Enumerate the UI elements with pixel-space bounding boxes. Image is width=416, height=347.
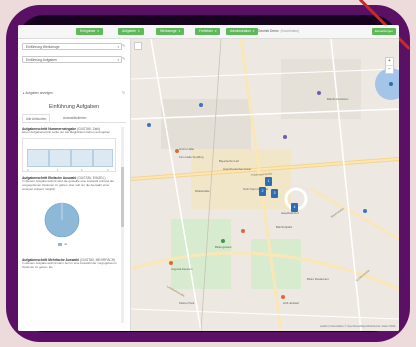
task-marker[interactable]: 3 [271, 189, 278, 198]
poi-icon[interactable] [199, 103, 203, 107]
park-area [251, 239, 301, 289]
map-label: Bistro Restaurant [307, 277, 329, 281]
poi-icon[interactable] [281, 295, 285, 299]
answer-histogram: 0 1 2 3 [22, 138, 116, 173]
block-area [281, 59, 361, 119]
chevron-down-icon: ▾ [214, 29, 217, 33]
task-marker[interactable]: 1 [265, 177, 272, 186]
layers-icon[interactable] [134, 42, 142, 50]
event-select-value: Einführung Werkzeuge [26, 45, 60, 49]
zoom-in-button[interactable]: + [386, 58, 393, 65]
menu-ereignisse[interactable]: Ereignisse ▾ [76, 28, 103, 35]
poi-icon[interactable] [147, 123, 151, 127]
highlight-area [191, 149, 291, 209]
map-label: Bahnhofplatz [276, 225, 293, 229]
menu-administration[interactable]: Administration ▾ [226, 28, 259, 35]
tab-all-answers[interactable]: Alle Antworten [22, 114, 51, 122]
map-label: Hotel Deutsches Haus [223, 167, 251, 171]
menu-werkzeuge[interactable]: Werkzeuge ▾ [156, 28, 185, 35]
map-label: Augusta Zentrum [171, 267, 193, 271]
chevron-down-icon: ▾ [252, 29, 255, 33]
histogram-bar [71, 149, 93, 168]
user-name: Geoinfo Demo [258, 29, 279, 33]
poi-icon[interactable] [283, 135, 287, 139]
user-info[interactable]: Geoinfo Demo (Koordinator) [258, 28, 299, 35]
poi-icon[interactable] [169, 261, 173, 265]
task-item: Aufgabenschritt Mehrfache Auswahl (GUSTA… [22, 258, 118, 270]
task-description: Einen Aufgabenschritt sollte nur als Mög… [22, 130, 111, 135]
tick-label: 1 [57, 169, 59, 173]
screen: Ereignisse ▾ Aufgaben ▾ Werkzeuge ▾ Freifel… [18, 25, 399, 331]
task-item: Aufgabenschritt Nummerneingabe (GUSTAV, … [22, 127, 118, 173]
event-select[interactable]: Einführung Werkzeuge ▾ [22, 43, 122, 50]
map-label: Bildungswerk [215, 245, 232, 249]
map-label: Grüne Halle [179, 147, 194, 151]
map-label: Mittelstraße [195, 189, 210, 193]
menu-label: Administration [230, 29, 251, 33]
sidebar: Einführung Werkzeuge ▾ ✎ Einführung Aufga… [18, 39, 131, 331]
refresh-icon[interactable]: ↻ [122, 90, 125, 95]
map-view[interactable]: Grüne Halle Kino Halle Sendling Bayerisc… [131, 39, 399, 331]
chevron-down-icon: ▾ [178, 29, 181, 33]
chevron-down-icon: ▾ [117, 45, 119, 49]
poi-icon[interactable] [221, 239, 225, 243]
top-navigation-bar: Ereignisse ▾ Aufgaben ▾ Werkzeuge ▾ Freifel… [18, 25, 399, 39]
task-select-value: Einführung Aufgaben [26, 58, 57, 62]
sidebar-title: Einführung Aufgaben [48, 104, 100, 110]
histogram-bar [27, 149, 49, 168]
zoom-out-button[interactable]: − [386, 65, 393, 73]
chevron-down-icon: ▾ [138, 29, 140, 33]
map-label: Bahnhofsmission [327, 97, 349, 101]
menu-label: Freifelder [199, 29, 213, 33]
show-tasks-label: Aufgaben anzeigen [25, 91, 53, 95]
block-area [161, 99, 251, 149]
menu-label: Werkzeuge [160, 29, 177, 33]
poi-icon[interactable] [317, 91, 321, 95]
map-label: Kino Halle Sendling [179, 155, 204, 159]
show-tasks-link[interactable]: ▸ Aufgaben anzeigen [23, 91, 53, 95]
menu-label: Aufgaben [122, 29, 137, 33]
task-description: In diesem Aufgabenschritt kann bei ihr e… [22, 261, 117, 270]
scrollbar-thumb[interactable] [121, 167, 124, 227]
map-label: LIDL Einkauf [283, 301, 299, 305]
user-role: (Koordinator) [280, 29, 300, 33]
task-marker[interactable]: 2 [259, 187, 266, 196]
pie-svg [44, 202, 80, 247]
poi-icon[interactable] [175, 149, 179, 153]
edit-icon[interactable]: ✎ [122, 43, 125, 48]
legend-label: Ja [64, 242, 67, 247]
legend-swatch [58, 243, 62, 247]
histogram-bar [49, 149, 71, 168]
tab-bar: Alle Antworten Auswahlkriterien [22, 114, 126, 123]
task-description: In diesem Aufgabenschritt wird die geste… [22, 179, 115, 192]
tab-selection-criteria[interactable]: Auswahlkriterien [60, 114, 89, 122]
answer-pie-chart: Ja [22, 192, 116, 252]
poi-icon[interactable] [241, 229, 245, 233]
menu-label: Ereignisse [80, 29, 96, 33]
tick-label: 3 [107, 169, 109, 173]
histogram-bar [93, 149, 113, 168]
task-marker[interactable]: 4 [291, 203, 298, 212]
menu-aufgaben[interactable]: Aufgaben ▾ [118, 28, 144, 35]
menu-freifelder[interactable]: Freifelder ▾ [195, 28, 221, 35]
chevron-down-icon: ▾ [117, 58, 119, 62]
task-select[interactable]: Einführung Aufgaben ▾ [22, 56, 122, 63]
zoom-control: + − [385, 57, 394, 74]
task-item: Aufgabenschritt Einfache Auswahl (GUSTAV… [22, 176, 118, 252]
map-label: Kleiner Park [179, 301, 195, 305]
location-dot [389, 82, 393, 86]
sidebar-scrollbar[interactable] [121, 127, 124, 323]
task-list: Aufgabenschritt Nummerneingabe (GUSTAV, … [22, 127, 118, 331]
edit-icon[interactable]: ✎ [122, 56, 125, 61]
poi-icon[interactable] [363, 209, 367, 213]
chevron-down-icon: ▾ [97, 29, 99, 33]
settings-button[interactable]: Einstellungen [371, 28, 396, 35]
tick-label: 2 [81, 169, 83, 173]
map-attribution[interactable]: Leaflet | Kartendaten © OpenStreetMap-Mi… [320, 325, 396, 328]
map-label: Bayerischer Hof [219, 159, 239, 163]
tick-label: 0 [27, 169, 29, 173]
